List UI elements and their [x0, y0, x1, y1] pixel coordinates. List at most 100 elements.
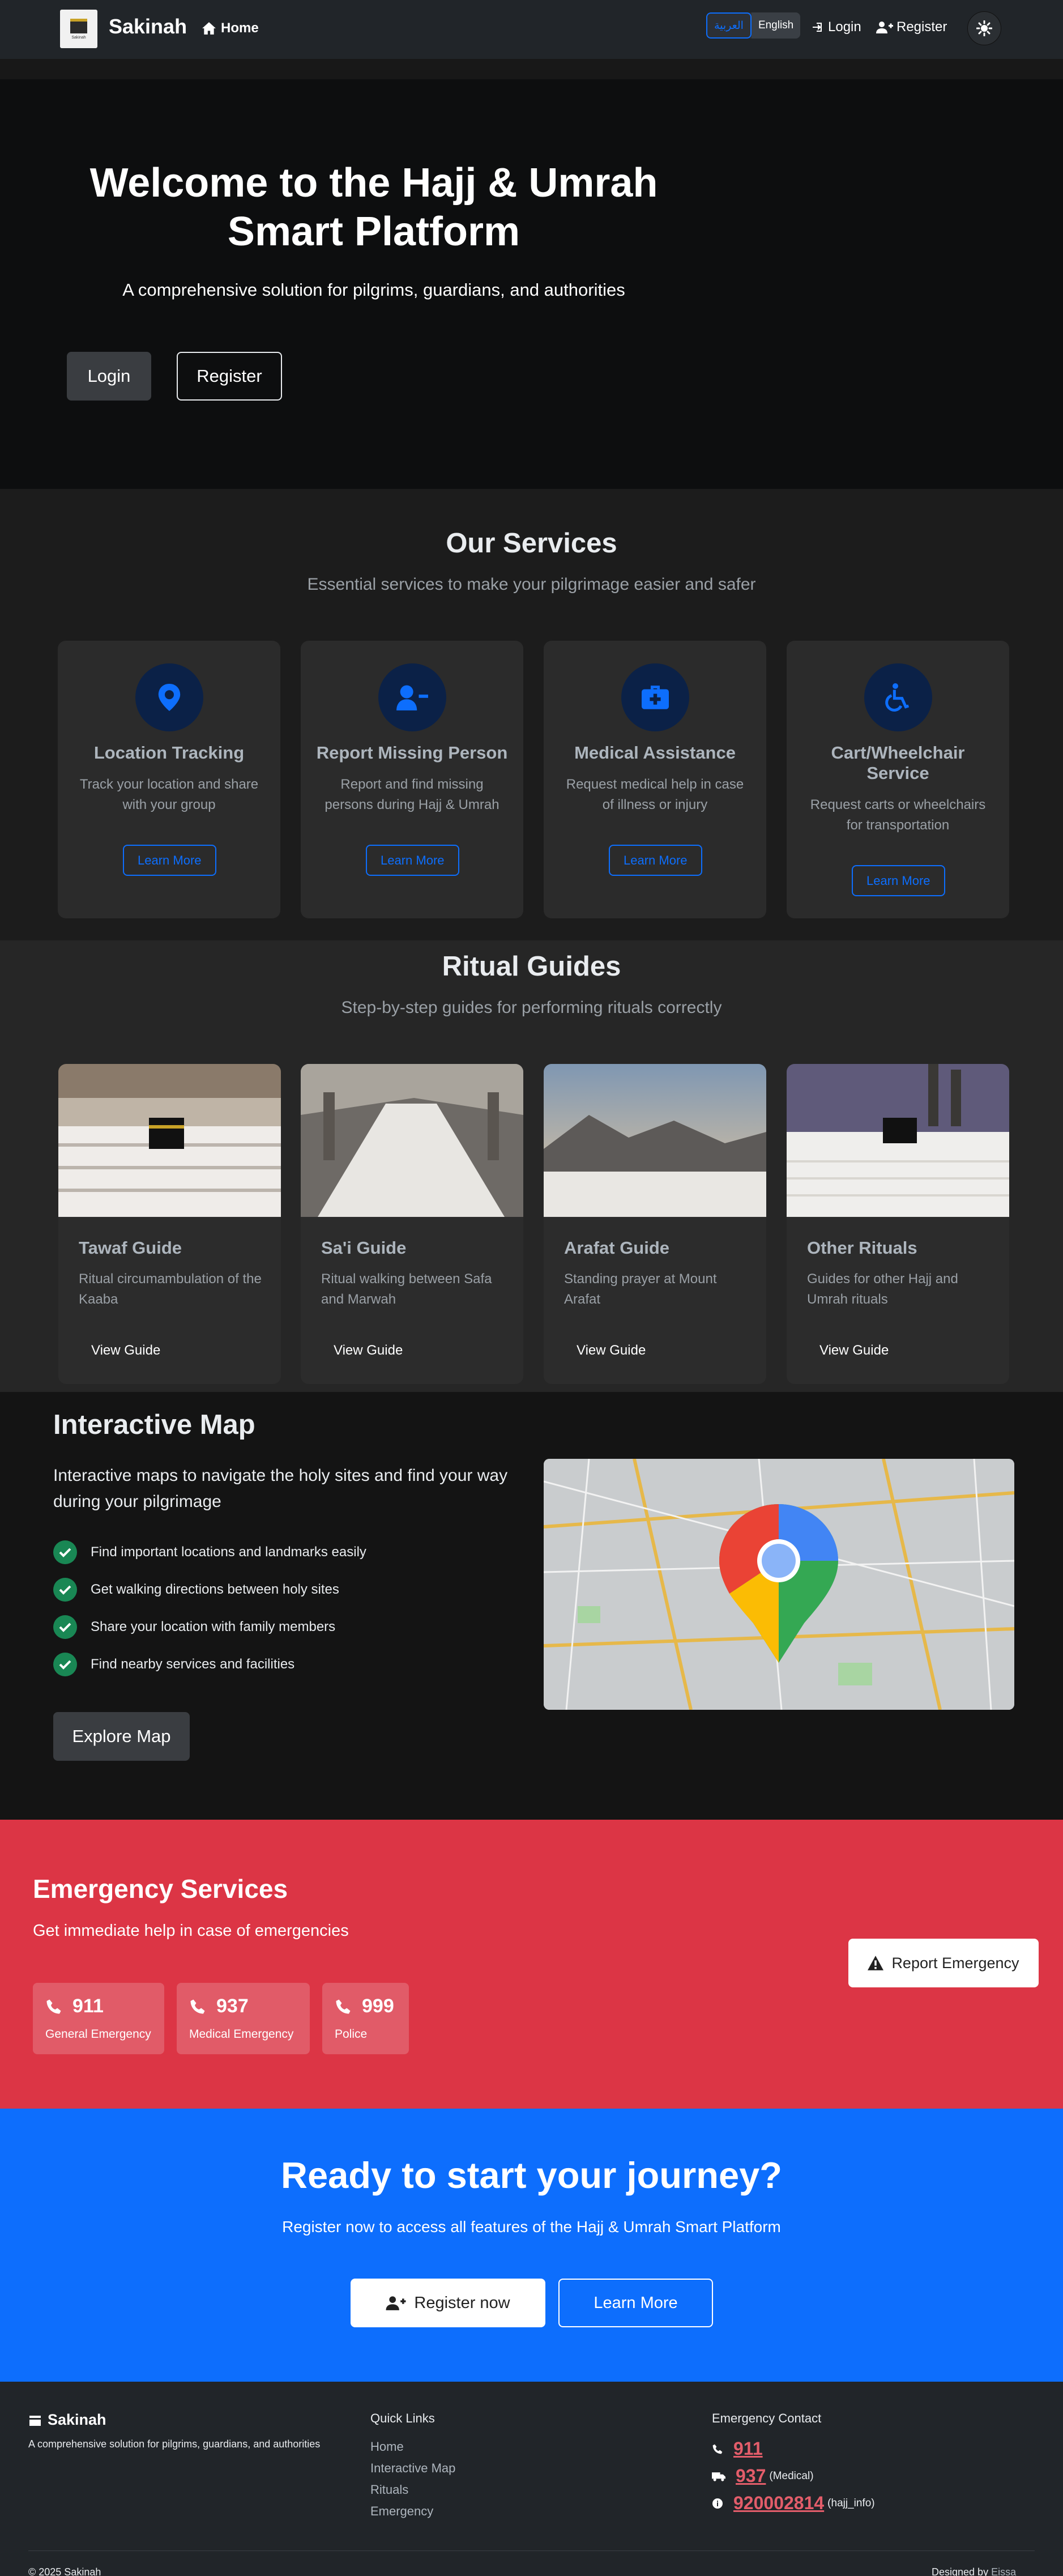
- service-card-medical: Medical Assistance Request medical help …: [544, 641, 766, 918]
- nav-login-link[interactable]: Login: [811, 19, 861, 35]
- quick-link-rituals[interactable]: Rituals: [370, 2483, 408, 2497]
- ritual-guides-section: Ritual Guides Step-by-step guides for pe…: [0, 940, 1063, 1392]
- nav-register-link[interactable]: Register: [876, 19, 947, 35]
- nav-register-label: Register: [896, 19, 947, 35]
- contact-row: 937 (Medical): [712, 2466, 814, 2486]
- services-section: Our Services Essential services to make …: [0, 489, 1063, 940]
- emergency-number: 911: [72, 1995, 104, 2017]
- info-icon: [712, 2498, 723, 2509]
- kaaba-icon: [29, 2415, 41, 2426]
- service-desc: Request medical help in case of illness …: [566, 777, 744, 812]
- quick-link-home[interactable]: Home: [370, 2439, 404, 2454]
- nav-home-label: Home: [221, 20, 259, 36]
- quick-links-list: Home Interactive Map Rituals Emergency: [370, 2439, 455, 2526]
- map-preview-image[interactable]: [544, 1459, 1014, 1710]
- hero-login-button[interactable]: Login: [67, 352, 151, 401]
- cta-register-label: Register now: [414, 2293, 510, 2312]
- contact-number[interactable]: 937: [736, 2466, 766, 2486]
- emergency-label: General Emergency: [45, 2028, 151, 2041]
- user-plus-icon: [876, 22, 893, 33]
- warning-icon: [868, 1956, 884, 1970]
- phone-icon: [336, 1999, 351, 2013]
- lang-english-button[interactable]: English: [751, 12, 801, 39]
- medical-kit-icon: [621, 663, 689, 731]
- language-switcher: العربية English: [706, 12, 801, 39]
- hero-register-button[interactable]: Register: [177, 352, 282, 401]
- ambulance-icon: [712, 2472, 725, 2481]
- tawaf-image: [58, 1064, 281, 1217]
- contact-row: 920002814 (hajj_info): [712, 2493, 875, 2514]
- ritual-desc: Ritual circumambulation of the Kaaba: [79, 1271, 262, 1307]
- ritual-card-sai: Sa'i Guide Ritual walking between Safa a…: [301, 1064, 523, 1384]
- emergency-contact-title: Emergency Contact: [712, 2411, 822, 2425]
- cta-title: Ready to start your journey?: [281, 2155, 782, 2196]
- emergency-subtitle: Get immediate help in case of emergencie…: [33, 1922, 349, 1940]
- phone-icon: [712, 2444, 723, 2454]
- check-icon: [53, 1578, 77, 1602]
- view-guide-button[interactable]: View Guide: [321, 1335, 415, 1366]
- emergency-section: Emergency Services Get immediate help in…: [0, 1820, 1063, 2109]
- ritual-card-tawaf: Tawaf Guide Ritual circumambulation of t…: [58, 1064, 281, 1384]
- hero-subtitle: A comprehensive solution for pilgrims, g…: [122, 280, 625, 300]
- cta-subtitle: Register now to access all features of t…: [282, 2218, 781, 2236]
- check-icon: [53, 1540, 77, 1564]
- services-subtitle: Essential services to make your pilgrima…: [307, 575, 756, 594]
- emergency-label: Medical Emergency: [189, 2028, 294, 2041]
- quick-links-title: Quick Links: [370, 2411, 435, 2425]
- service-learn-more-button[interactable]: Learn More: [366, 845, 459, 876]
- contact-row: 911: [712, 2438, 763, 2459]
- explore-map-button[interactable]: Explore Map: [53, 1712, 190, 1761]
- service-card-missing-person: Report Missing Person Report and find mi…: [301, 641, 523, 918]
- service-card-location: Location Tracking Track your location an…: [58, 641, 280, 918]
- view-guide-button[interactable]: View Guide: [807, 1335, 901, 1366]
- view-guide-button[interactable]: View Guide: [79, 1335, 173, 1366]
- wheelchair-icon: [864, 663, 932, 731]
- emergency-card-medical[interactable]: 937 Medical Emergency: [177, 1983, 310, 2054]
- footer-brand: Sakinah: [28, 2411, 106, 2429]
- contact-number[interactable]: 920002814: [733, 2493, 824, 2514]
- footer-brand-name: Sakinah: [48, 2411, 106, 2428]
- navbar: Sakinah Sakinah Home العربية English Log…: [0, 0, 1063, 59]
- cta-register-button[interactable]: Register now: [351, 2279, 545, 2327]
- contact-note: (Medical): [769, 2469, 814, 2482]
- contact-number[interactable]: 911: [733, 2438, 763, 2459]
- quick-link-emergency[interactable]: Emergency: [370, 2504, 433, 2518]
- other-rituals-image: [787, 1064, 1009, 1217]
- phone-icon: [190, 1999, 205, 2013]
- service-desc: Request carts or wheelchairs for transpo…: [810, 797, 986, 833]
- ritual-title: Tawaf Guide: [79, 1238, 182, 1258]
- quick-link-map[interactable]: Interactive Map: [370, 2461, 455, 2475]
- map-feature-text: Share your location with family members: [91, 1619, 336, 1634]
- nav-home-link[interactable]: Home: [202, 20, 259, 36]
- service-learn-more-button[interactable]: Learn More: [609, 845, 702, 876]
- ritual-title: Other Rituals: [807, 1238, 917, 1258]
- designer-credit: Designed by Eissa ALqumaie: [932, 2566, 1063, 2576]
- services-title: Our Services: [446, 528, 617, 559]
- brand-name[interactable]: Sakinah: [109, 15, 187, 39]
- ritual-title: Arafat Guide: [564, 1238, 670, 1258]
- cta-learn-more-button[interactable]: Learn More: [558, 2279, 713, 2327]
- map-illustration: [544, 1459, 1014, 1710]
- emergency-title: Emergency Services: [33, 1874, 288, 1904]
- brand-logo[interactable]: Sakinah: [60, 10, 97, 48]
- service-title: Medical Assistance: [574, 743, 736, 763]
- sun-icon: [976, 20, 992, 36]
- report-emergency-button[interactable]: Report Emergency: [848, 1939, 1039, 1987]
- hero-section: Welcome to the Hajj & Umrah Smart Platfo…: [0, 79, 1063, 489]
- cta-section: Ready to start your journey? Register no…: [0, 2109, 1063, 2382]
- map-feature-text: Find important locations and landmarks e…: [91, 1544, 366, 1560]
- rituals-subtitle: Step-by-step guides for performing ritua…: [341, 998, 722, 1017]
- emergency-card-general[interactable]: 911 General Emergency: [33, 1983, 164, 2054]
- hero-title: Welcome to the Hajj & Umrah Smart Platfo…: [89, 160, 658, 254]
- service-learn-more-button[interactable]: Learn More: [852, 865, 945, 896]
- view-guide-button[interactable]: View Guide: [564, 1335, 658, 1366]
- check-icon: [53, 1615, 77, 1639]
- service-learn-more-button[interactable]: Learn More: [123, 845, 216, 876]
- theme-toggle-button[interactable]: [967, 11, 1001, 45]
- emergency-card-police[interactable]: 999 Police: [322, 1983, 409, 2054]
- lang-arabic-button[interactable]: العربية: [706, 12, 752, 39]
- ritual-title: Sa'i Guide: [321, 1238, 407, 1258]
- footer: Sakinah A comprehensive solution for pil…: [0, 2382, 1063, 2576]
- map-title: Interactive Map: [53, 1410, 255, 1440]
- map-feature-item: Find important locations and landmarks e…: [53, 1534, 366, 1571]
